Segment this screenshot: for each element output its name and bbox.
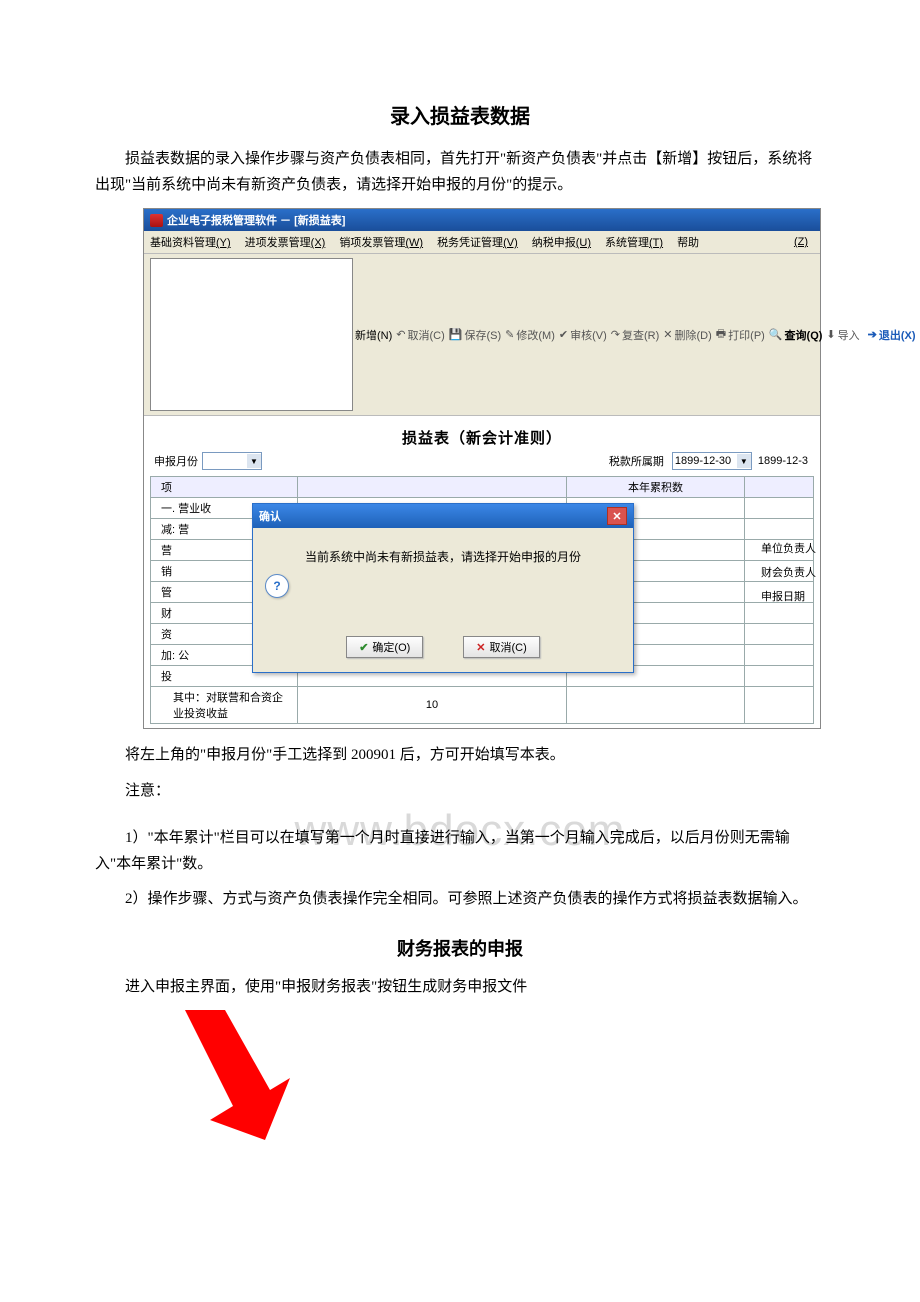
doc-title: 录入损益表数据 [95,100,825,129]
close-icon[interactable]: ✕ [607,507,627,525]
app-screenshot: 企业电子报税管理软件 － [新损益表] 基础资料管理(Y) 进项发票管理(X) … [143,208,821,729]
check-icon: ✔ [359,641,368,654]
red-arrow [155,1010,295,1140]
tb-import[interactable]: ⬇ 导入 [826,327,859,343]
window-titlebar: 企业电子报税管理软件 － [新损益表] [144,209,820,231]
paragraph-after-shot: 将左上角的"申报月份"手工选择到 200901 后，方可开始填写本表。 [95,743,825,769]
tb-save[interactable]: 💾 保存(S) [449,327,501,343]
tb-query[interactable]: 🔍 查询(Q) [769,327,823,343]
tb-new[interactable]: 新增(N) [150,258,392,411]
tb-cancel[interactable]: ↶ 取消(C) [396,327,445,343]
row-10: 其中：对联营和合资企业投资收益 [151,687,298,724]
menu-z[interactable]: (Z) [794,236,808,248]
arrow-down-right-icon [155,1010,295,1140]
paragraph-intro: 损益表数据的录入操作步骤与资产负债表相同，首先打开"新资产负债表"并点击【新增】… [95,147,825,198]
menu-input-invoice[interactable]: 进项发票管理(X) [245,234,326,250]
menu-help[interactable]: 帮助 [677,234,699,250]
menu-output-invoice[interactable]: 销项发票管理(W) [339,234,423,250]
tb-review[interactable]: ↷ 复查(R) [611,327,660,343]
menu-system[interactable]: 系统管理(T) [605,234,663,250]
tb-print[interactable]: 🖶 打印(P) [716,325,765,344]
tb-audit[interactable]: ✔ 审核(V) [559,327,607,343]
subtitle: 财务报表的申报 [95,935,825,961]
cancel-button[interactable]: ✕取消(C) [463,636,540,658]
dialog-message: 当前系统中尚未有新损益表，请选择开始申报的月份 [267,548,619,565]
form-area: 损益表（新会计准则） 申报月份 ▼ 税款所属期 1899-12-30▼ 1899… [144,416,820,728]
menu-bar: 基础资料管理(Y) 进项发票管理(X) 销项发票管理(W) 税务凭证管理(V) … [144,231,820,254]
x-icon: ✕ [476,641,485,654]
row-10-num: 10 [298,687,567,724]
menu-tax-voucher[interactable]: 税务凭证管理(V) [437,234,518,250]
side-labels: 单位负责人 财会负责人 申报日期 [761,537,816,610]
menu-tax-declare[interactable]: 纳税申报(U) [532,234,591,250]
confirm-dialog: 确认 ✕ ? 当前系统中尚未有新损益表，请选择开始申报的月份 ✔确定(O) ✕取… [252,503,634,673]
col-item: 项 [151,477,298,498]
note-label: 注意： [95,779,825,805]
new-icon [150,258,353,411]
question-icon: ? [265,574,289,598]
col-acc: 本年累积数 [567,477,745,498]
dialog-title: 确认 [259,508,281,524]
paragraph-sub: 进入申报主界面，使用"申报财务报表"按钮生成财务申报文件 [95,975,825,1001]
app-icon [150,214,163,227]
chevron-down-icon: ▼ [737,454,751,468]
note-2: 2）操作步骤、方式与资产负债表操作完全相同。可参照上述资产负债表的操作方式将损益… [95,887,825,913]
window-title: 企业电子报税管理软件 － [新损益表] [167,212,345,228]
form-title: 损益表（新会计准则） [150,427,814,448]
toolbar: 新增(N) ↶ 取消(C) 💾 保存(S) ✎ 修改(M) ✔ 审核(V) ↷ … [144,254,820,416]
month-combo[interactable]: ▼ [202,452,262,470]
note-1: 1）"本年累计"栏目可以在填写第一个月时直接进行输入，当第一个月输入完成后，以后… [95,826,825,877]
tb-exit[interactable]: ➔ 退出(X) [868,327,916,343]
date1-combo[interactable]: 1899-12-30▼ [672,452,752,470]
tb-edit[interactable]: ✎ 修改(M) [505,327,555,343]
chevron-down-icon: ▼ [247,454,261,468]
tb-delete[interactable]: ✕ 删除(D) [663,327,712,343]
month-label: 申报月份 [154,453,198,469]
date2-text: 1899-12-3 [756,455,810,467]
menu-base[interactable]: 基础资料管理(Y) [150,234,231,250]
ok-button[interactable]: ✔确定(O) [346,636,423,658]
period-label: 税款所属期 [609,453,664,469]
